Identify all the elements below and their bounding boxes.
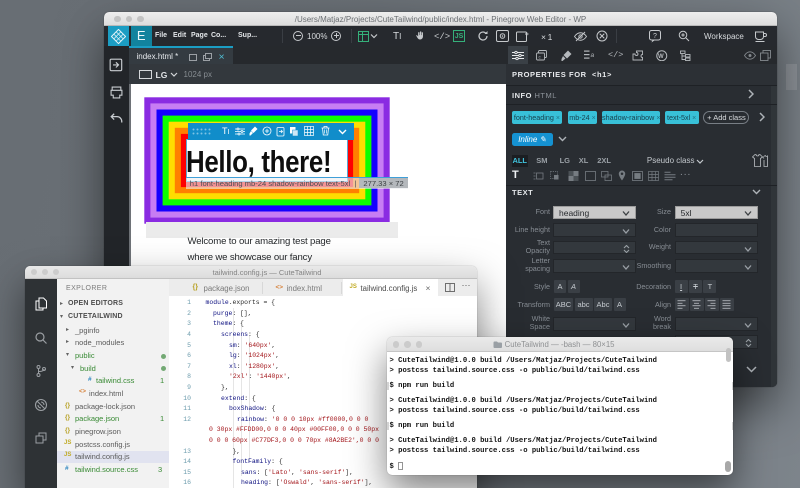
svg-text:a: a — [591, 52, 595, 59]
svg-text:?: ? — [653, 33, 657, 40]
svg-text:W: W — [658, 54, 664, 60]
